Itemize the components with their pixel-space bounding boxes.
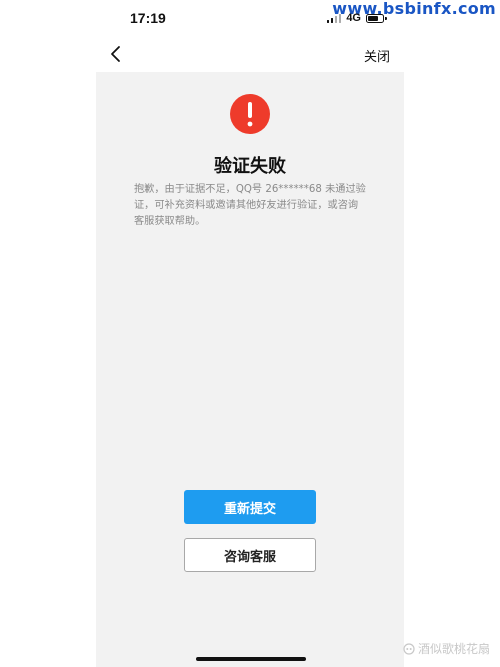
contact-support-button[interactable]: 咨询客服 (184, 538, 316, 572)
watermark-text: 酒似歌桃花扇 (417, 642, 490, 656)
error-icon (230, 94, 270, 134)
result-title: 验证失败 (214, 156, 286, 177)
watermark-logo-icon (403, 642, 415, 655)
home-indicator[interactable] (196, 657, 306, 661)
close-button[interactable]: 关闭 (364, 46, 390, 65)
back-icon[interactable] (108, 45, 126, 63)
network-type: 4G (346, 12, 361, 24)
author-watermark: 酒似歌桃花扇 (403, 640, 490, 657)
status-indicators: 4G (326, 12, 387, 24)
screen: www.bsbinfx.com 17:19 4G 关闭 验证失败 抱歉，由于证据… (0, 0, 500, 667)
resubmit-button[interactable]: 重新提交 (184, 490, 316, 524)
signal-icon (326, 13, 342, 23)
battery-icon (366, 13, 387, 23)
result-description: 抱歉，由于证据不足，QQ号 26******68 未通过验证，可补充资料或邀请其… (134, 184, 366, 227)
status-bar: 17:19 4G (96, 8, 404, 32)
result-panel: 验证失败 抱歉，由于证据不足，QQ号 26******68 未通过验证，可补充资… (96, 72, 404, 667)
status-time: 17:19 (130, 10, 166, 26)
nav-bar: 关闭 (96, 38, 404, 72)
